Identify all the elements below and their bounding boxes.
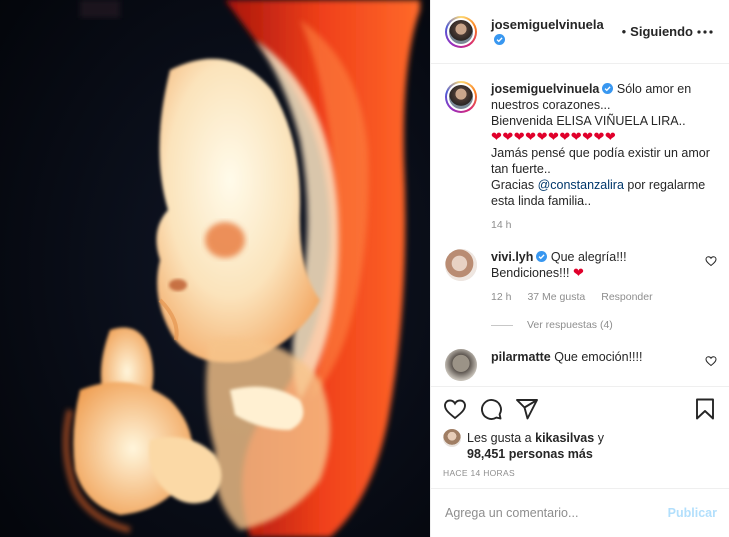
liker-username[interactable]: kikasilvas: [535, 431, 594, 445]
bookmark-icon[interactable]: [693, 397, 717, 421]
action-icons: [443, 396, 717, 422]
verified-badge-icon: [536, 251, 548, 262]
caption-text: josemiguelvinuela Sólo amor en nuestros …: [491, 81, 717, 209]
verified-badge-icon: [494, 33, 505, 45]
share-icon[interactable]: [515, 397, 539, 421]
likes-middle: y: [597, 431, 604, 445]
likes-text: Les gusta a kikasilvas y 98,451 personas…: [467, 430, 604, 462]
verified-badge-icon: [602, 83, 614, 94]
comment-like-heart-icon[interactable]: [705, 355, 717, 367]
commenter-avatar[interactable]: [445, 249, 477, 281]
caption-thanks-prefix: Gracias: [491, 178, 535, 192]
comment-meta: 12 h 37 Me gusta Responder: [491, 291, 717, 303]
likes-summary: Les gusta a kikasilvas y 98,451 personas…: [443, 429, 717, 462]
liker-avatar[interactable]: [443, 429, 461, 447]
comment-text: pilarmatte Que emoción!!!!: [491, 349, 697, 365]
comment-item: vivi.lyh Que alegría!!! Bendiciones!!! ❤: [445, 249, 717, 281]
like-heart-icon[interactable]: [443, 397, 467, 421]
post-image[interactable]: [0, 0, 430, 537]
publish-button[interactable]: Publicar: [668, 506, 717, 520]
post-header: josemiguelvinuela • Siguiendo: [431, 0, 729, 64]
caption-avatar[interactable]: [445, 81, 477, 113]
following-button[interactable]: Siguiendo: [630, 24, 693, 39]
ultrasound-image: [0, 0, 430, 537]
caption-line-3: Jamás pensé que podía existir un amor ta…: [491, 146, 710, 176]
reply-button[interactable]: Responder: [601, 291, 652, 303]
header-separator: •: [621, 24, 627, 39]
comment-icon[interactable]: [479, 397, 503, 421]
author-avatar[interactable]: [445, 15, 477, 48]
comment-heart-emoji: ❤: [573, 265, 585, 280]
likes-prefix: Les gusta a: [467, 431, 532, 445]
caption-mention-link[interactable]: @constanzalira: [538, 178, 624, 192]
add-comment-bar: Publicar: [431, 488, 729, 537]
post-timestamp[interactable]: HACE 14 HORAS: [443, 468, 717, 478]
caption-hearts: ❤❤❤❤❤❤❤❤❤❤❤: [491, 129, 617, 144]
likes-count[interactable]: 98,451 personas más: [467, 447, 593, 461]
view-replies-button[interactable]: Ver respuestas (4): [491, 319, 717, 331]
caption-username[interactable]: josemiguelvinuela: [491, 82, 614, 96]
caption-line-2: Bienvenida ELISA VIÑUELA LIRA..: [491, 114, 686, 128]
caption-meta: 14 h: [491, 219, 717, 231]
comment-body: Que emoción!!!!: [554, 350, 643, 364]
commenter-username[interactable]: vivi.lyh: [491, 250, 548, 264]
caption: josemiguelvinuela Sólo amor en nuestros …: [445, 81, 717, 209]
view-replies-label: Ver respuestas (4): [527, 319, 613, 331]
post-actions: Les gusta a kikasilvas y 98,451 personas…: [431, 386, 729, 478]
comment-likes[interactable]: 37 Me gusta: [527, 291, 585, 303]
more-options-button[interactable]: [693, 20, 717, 44]
more-horizontal-icon: [697, 29, 713, 34]
comment-time[interactable]: 12 h: [491, 291, 511, 303]
comment-item: pilarmatte Que emoción!!!!: [445, 349, 717, 381]
caption-time[interactable]: 14 h: [491, 219, 511, 231]
replies-divider: [491, 324, 513, 326]
comment-text: vivi.lyh Que alegría!!! Bendiciones!!! ❤: [491, 249, 697, 281]
post-details-panel: josemiguelvinuela • Siguiendo josemiguel…: [430, 0, 729, 537]
comments-list[interactable]: josemiguelvinuela Sólo amor en nuestros …: [431, 65, 729, 385]
comment-like-heart-icon[interactable]: [705, 255, 717, 267]
instagram-post: josemiguelvinuela • Siguiendo josemiguel…: [0, 0, 729, 537]
commenter-avatar[interactable]: [445, 349, 477, 381]
comment-input[interactable]: [445, 506, 660, 520]
commenter-username[interactable]: pilarmatte: [491, 350, 551, 364]
author-username[interactable]: josemiguelvinuela: [491, 17, 618, 47]
